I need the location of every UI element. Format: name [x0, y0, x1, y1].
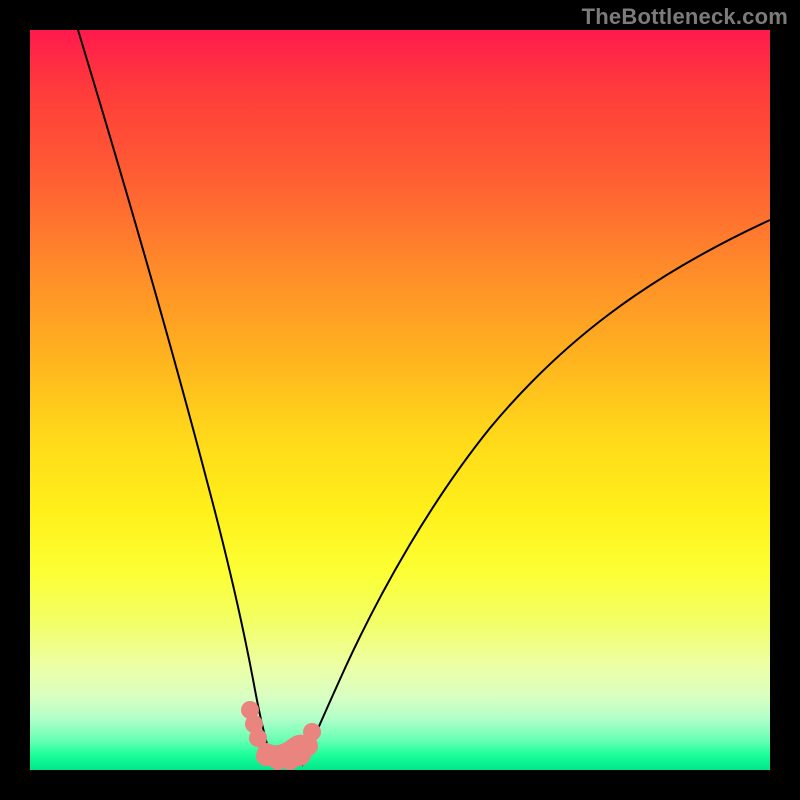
chart-svg — [30, 30, 770, 770]
highlight-blob — [241, 701, 321, 770]
chart-plot-area — [30, 30, 770, 770]
watermark-text: TheBottleneck.com — [582, 4, 788, 30]
left-curve — [78, 30, 273, 764]
right-curve — [302, 220, 770, 766]
